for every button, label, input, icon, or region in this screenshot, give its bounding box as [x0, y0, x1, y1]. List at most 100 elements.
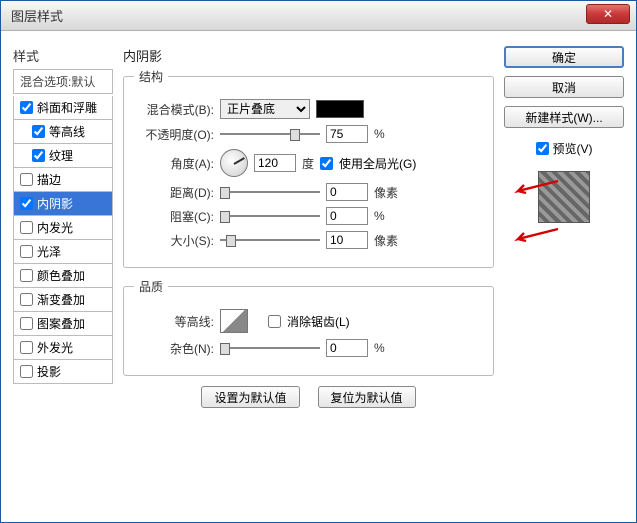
- window-title: 图层样式: [11, 6, 63, 25]
- action-panel: 确定 取消 新建样式(W)... 预览(V): [504, 46, 624, 507]
- slider-thumb-icon: [226, 235, 236, 247]
- style-list: 斜面和浮雕等高线纹理描边内阴影内发光光泽颜色叠加渐变叠加图案叠加外发光投影: [13, 96, 113, 384]
- angle-label: 角度(A):: [134, 155, 214, 172]
- structure-group: 结构 混合模式(B): 正片叠底 不透明度(O): % 角度(A): 度: [123, 68, 494, 268]
- style-item-9[interactable]: 图案叠加: [13, 312, 113, 336]
- style-item-label: 纹理: [49, 147, 73, 164]
- slider-thumb-icon: [220, 187, 230, 199]
- noise-label: 杂色(N):: [134, 340, 214, 357]
- style-item-label: 光泽: [37, 243, 61, 260]
- style-checkbox[interactable]: [20, 293, 33, 306]
- cancel-button[interactable]: 取消: [504, 76, 624, 98]
- preview-row: 预览(V): [504, 140, 624, 157]
- size-label: 大小(S):: [134, 232, 214, 249]
- style-item-label: 投影: [37, 363, 61, 380]
- distance-input[interactable]: [326, 183, 368, 201]
- choke-label: 阻塞(C):: [134, 208, 214, 225]
- opacity-input[interactable]: [326, 125, 368, 143]
- noise-row: 杂色(N): %: [134, 339, 483, 357]
- degree-unit: 度: [302, 155, 314, 172]
- new-style-button[interactable]: 新建样式(W)...: [504, 106, 624, 128]
- style-checkbox[interactable]: [20, 173, 33, 186]
- structure-legend: 结构: [134, 68, 168, 85]
- style-item-3[interactable]: 描边: [13, 168, 113, 192]
- close-icon: ✕: [603, 7, 613, 21]
- slider-thumb-icon: [220, 343, 230, 355]
- size-row: 大小(S): 像素: [134, 231, 483, 249]
- angle-row: 角度(A): 度 使用全局光(G): [134, 149, 483, 177]
- style-item-7[interactable]: 颜色叠加: [13, 264, 113, 288]
- titlebar: 图层样式 ✕: [1, 1, 636, 31]
- contour-row: 等高线: 消除锯齿(L): [134, 309, 483, 333]
- style-item-2[interactable]: 纹理: [13, 144, 113, 168]
- antialias-checkbox[interactable]: [268, 315, 281, 328]
- style-item-label: 斜面和浮雕: [37, 99, 97, 116]
- blend-mode-label: 混合模式(B):: [134, 101, 214, 118]
- style-item-11[interactable]: 投影: [13, 360, 113, 384]
- noise-slider[interactable]: [220, 341, 320, 355]
- preview-checkbox[interactable]: [536, 142, 549, 155]
- choke-slider[interactable]: [220, 209, 320, 223]
- size-slider[interactable]: [220, 233, 320, 247]
- set-default-button[interactable]: 设置为默认值: [201, 386, 299, 408]
- quality-legend: 品质: [134, 278, 168, 295]
- size-input[interactable]: [326, 231, 368, 249]
- style-checkbox[interactable]: [20, 269, 33, 282]
- noise-input[interactable]: [326, 339, 368, 357]
- shadow-color-swatch[interactable]: [316, 100, 364, 118]
- style-item-0[interactable]: 斜面和浮雕: [13, 96, 113, 120]
- preview-label: 预览(V): [553, 140, 593, 157]
- style-checkbox[interactable]: [20, 365, 33, 378]
- style-item-label: 内阴影: [37, 195, 73, 212]
- style-checkbox[interactable]: [20, 221, 33, 234]
- opacity-slider[interactable]: [220, 127, 320, 141]
- style-item-label: 渐变叠加: [37, 291, 85, 308]
- global-light-checkbox[interactable]: [320, 157, 333, 170]
- style-checkbox[interactable]: [20, 197, 33, 210]
- style-item-label: 描边: [37, 171, 61, 188]
- slider-thumb-icon: [220, 211, 230, 223]
- px-unit: 像素: [374, 232, 398, 249]
- style-checkbox[interactable]: [20, 341, 33, 354]
- style-checkbox[interactable]: [32, 125, 45, 138]
- pct-unit: %: [374, 209, 385, 223]
- distance-slider[interactable]: [220, 185, 320, 199]
- style-checkbox[interactable]: [20, 317, 33, 330]
- style-item-10[interactable]: 外发光: [13, 336, 113, 360]
- styles-panel: 样式 混合选项:默认 斜面和浮雕等高线纹理描边内阴影内发光光泽颜色叠加渐变叠加图…: [13, 46, 113, 507]
- blend-options-row[interactable]: 混合选项:默认: [13, 69, 113, 94]
- style-item-4[interactable]: 内阴影: [13, 192, 113, 216]
- antialias-label: 消除锯齿(L): [287, 313, 350, 330]
- ok-button[interactable]: 确定: [504, 46, 624, 68]
- angle-dial-icon[interactable]: [220, 149, 248, 177]
- style-item-label: 外发光: [37, 339, 73, 356]
- angle-input[interactable]: [254, 154, 296, 172]
- reset-default-button[interactable]: 复位为默认值: [318, 386, 416, 408]
- style-item-label: 等高线: [49, 123, 85, 140]
- close-button[interactable]: ✕: [586, 4, 630, 24]
- layer-style-dialog: 图层样式 ✕ 样式 混合选项:默认 斜面和浮雕等高线纹理描边内阴影内发光光泽颜色…: [0, 0, 637, 523]
- blend-mode-row: 混合模式(B): 正片叠底: [134, 99, 483, 119]
- distance-row: 距离(D): 像素: [134, 183, 483, 201]
- contour-picker[interactable]: [220, 309, 248, 333]
- style-checkbox[interactable]: [20, 101, 33, 114]
- style-item-1[interactable]: 等高线: [13, 120, 113, 144]
- content: 样式 混合选项:默认 斜面和浮雕等高线纹理描边内阴影内发光光泽颜色叠加渐变叠加图…: [1, 31, 636, 522]
- style-item-8[interactable]: 渐变叠加: [13, 288, 113, 312]
- opacity-row: 不透明度(O): %: [134, 125, 483, 143]
- style-item-6[interactable]: 光泽: [13, 240, 113, 264]
- style-item-label: 内发光: [37, 219, 73, 236]
- px-unit: 像素: [374, 184, 398, 201]
- style-checkbox[interactable]: [20, 245, 33, 258]
- choke-input[interactable]: [326, 207, 368, 225]
- blend-mode-select[interactable]: 正片叠底: [220, 99, 310, 119]
- style-item-label: 图案叠加: [37, 315, 85, 332]
- slider-thumb-icon: [290, 129, 300, 141]
- distance-label: 距离(D):: [134, 184, 214, 201]
- style-item-label: 颜色叠加: [37, 267, 85, 284]
- quality-group: 品质 等高线: 消除锯齿(L) 杂色(N): %: [123, 278, 494, 376]
- opacity-label: 不透明度(O):: [134, 126, 214, 143]
- panel-title: 内阴影: [123, 46, 494, 65]
- style-checkbox[interactable]: [32, 149, 45, 162]
- style-item-5[interactable]: 内发光: [13, 216, 113, 240]
